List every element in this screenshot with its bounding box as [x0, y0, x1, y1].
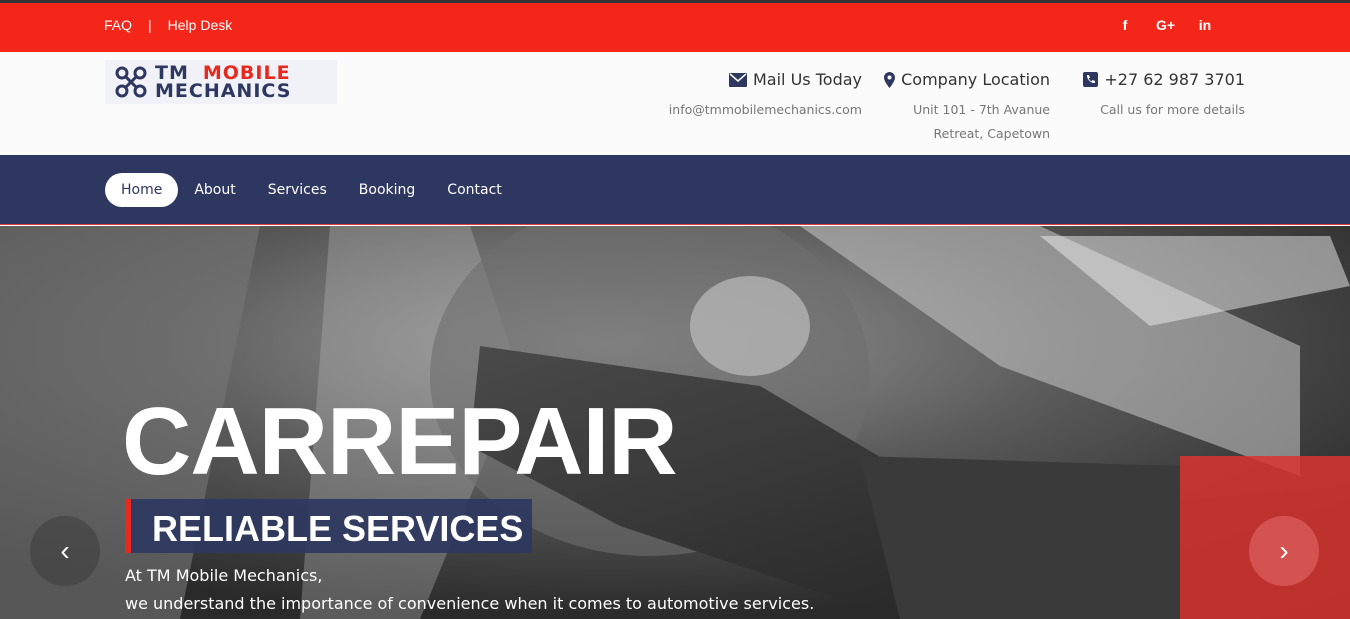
nav-contact[interactable]: Contact [431, 173, 517, 207]
phone-number[interactable]: +27 62 987 3701 [1104, 70, 1245, 89]
google-plus-icon[interactable]: G+ [1156, 17, 1175, 33]
mail-info: Mail Us Today info@tmmobilemechanics.com [669, 70, 862, 122]
address-line-1: Unit 101 - 7th Avanue [913, 102, 1050, 117]
phone-info: +27 62 987 3701 Call us for more details [1083, 70, 1245, 122]
mail-address[interactable]: info@tmmobilemechanics.com [669, 98, 862, 122]
hero-slider: CARREPAIR RELIABLE SERVICES At TM Mobile… [0, 226, 1350, 619]
nav-booking[interactable]: Booking [343, 173, 432, 207]
facebook-icon[interactable]: f [1116, 17, 1134, 33]
hero-description: At TM Mobile Mechanics, we understand th… [125, 562, 814, 618]
phone-caption: Call us for more details [1100, 102, 1245, 117]
social-links: f G+ in [1116, 17, 1214, 33]
linkedin-icon[interactable]: in [1196, 17, 1214, 33]
phone-icon [1083, 72, 1099, 87]
hero-tagline: RELIABLE SERVICES [152, 508, 524, 549]
mail-title: Mail Us Today [753, 70, 862, 89]
nav-about[interactable]: About [178, 173, 251, 207]
logo-mechanics: MECHANICS [155, 80, 292, 102]
site-header: TM MOBILE MECHANICS Mail Us Today info@tm… [0, 52, 1350, 155]
nav-services[interactable]: Services [252, 173, 343, 207]
hero-desc-line-1: At TM Mobile Mechanics, [125, 566, 323, 585]
nav-home[interactable]: Home [105, 173, 179, 207]
logo-text: TM MOBILE MECHANICS [155, 64, 292, 102]
top-link-separator: | [148, 17, 152, 33]
main-nav: Home About Services Booking Contact [0, 155, 1350, 225]
hero-desc-line-2: we understand the importance of convenie… [125, 594, 815, 613]
hero-tagline-box: RELIABLE SERVICES [125, 499, 532, 553]
slider-prev-button[interactable]: ‹ [30, 516, 100, 586]
wrench-logo-icon [115, 66, 147, 98]
top-links: FAQ | Help Desk [104, 17, 232, 33]
map-marker-icon [884, 71, 896, 88]
location-info: Company Location Unit 101 - 7th Avanue R… [884, 70, 1050, 146]
site-logo[interactable]: TM MOBILE MECHANICS [105, 60, 337, 104]
chevron-right-icon: › [1279, 535, 1289, 566]
envelope-icon [729, 72, 747, 87]
slider-next-button[interactable]: › [1249, 516, 1319, 586]
helpdesk-link[interactable]: Help Desk [168, 17, 233, 33]
top-bar: FAQ | Help Desk f G+ in [0, 0, 1350, 52]
faq-link[interactable]: FAQ [104, 17, 132, 33]
location-title: Company Location [901, 70, 1050, 89]
hero-headline: CARREPAIR [122, 388, 678, 495]
chevron-left-icon: ‹ [60, 535, 70, 566]
address-line-2: Retreat, Capetown [933, 126, 1051, 141]
